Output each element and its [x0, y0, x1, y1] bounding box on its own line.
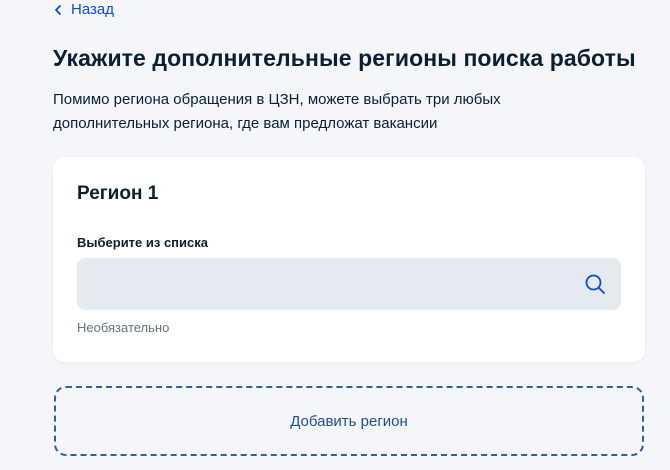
region-field-label: Выберите из списка — [77, 235, 208, 250]
chevron-left-icon — [55, 4, 61, 15]
region-field-hint: Необязательно — [77, 320, 170, 335]
add-region-label: Добавить регион — [290, 412, 408, 430]
page-description: Помимо региона обращения в ЦЗН, можете в… — [53, 91, 501, 132]
search-icon[interactable] — [583, 272, 607, 296]
region-search-input[interactable] — [93, 257, 583, 311]
page-title: Укажите дополнительные регионы поиска ра… — [53, 45, 636, 71]
back-link[interactable]: Назад — [53, 1, 114, 18]
region-card: Регион 1 Выберите из списка Необязательн… — [53, 157, 645, 362]
add-region-button[interactable]: Добавить регион — [54, 386, 644, 456]
region-card-title: Регион 1 — [77, 183, 159, 204]
back-link-label: Назад — [71, 1, 114, 18]
region-search-box[interactable] — [77, 257, 621, 311]
